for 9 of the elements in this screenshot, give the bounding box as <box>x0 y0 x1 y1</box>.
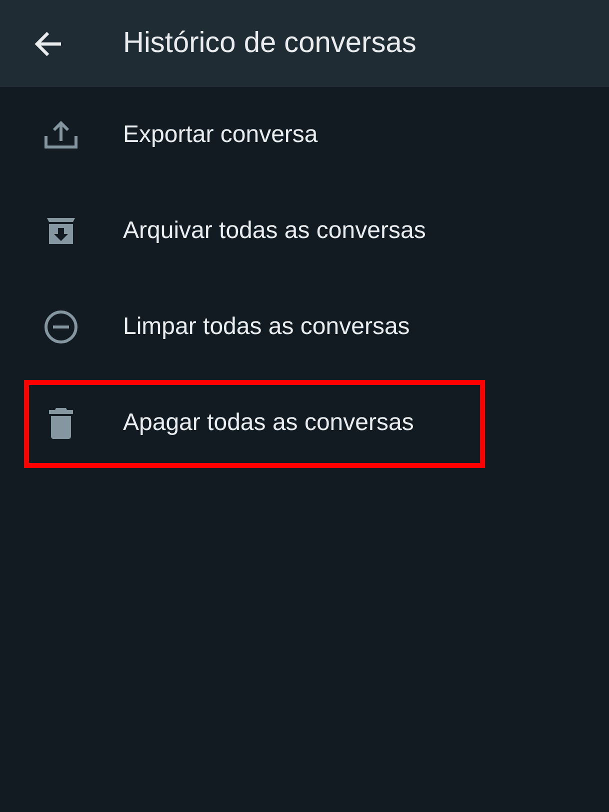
archive-icon <box>45 215 77 247</box>
trash-icon <box>48 407 74 439</box>
screen-title: Histórico de conversas <box>123 26 416 61</box>
menu-item[interactable]: Arquivar todas as conversas <box>0 191 609 271</box>
menu-item[interactable]: Apagar todas as conversas <box>0 383 609 463</box>
menu-item[interactable]: Exportar conversa <box>0 95 609 175</box>
minus-circle-icon <box>44 310 78 344</box>
upload-icon <box>44 120 78 150</box>
menu-item[interactable]: Limpar todas as conversas <box>0 287 609 367</box>
